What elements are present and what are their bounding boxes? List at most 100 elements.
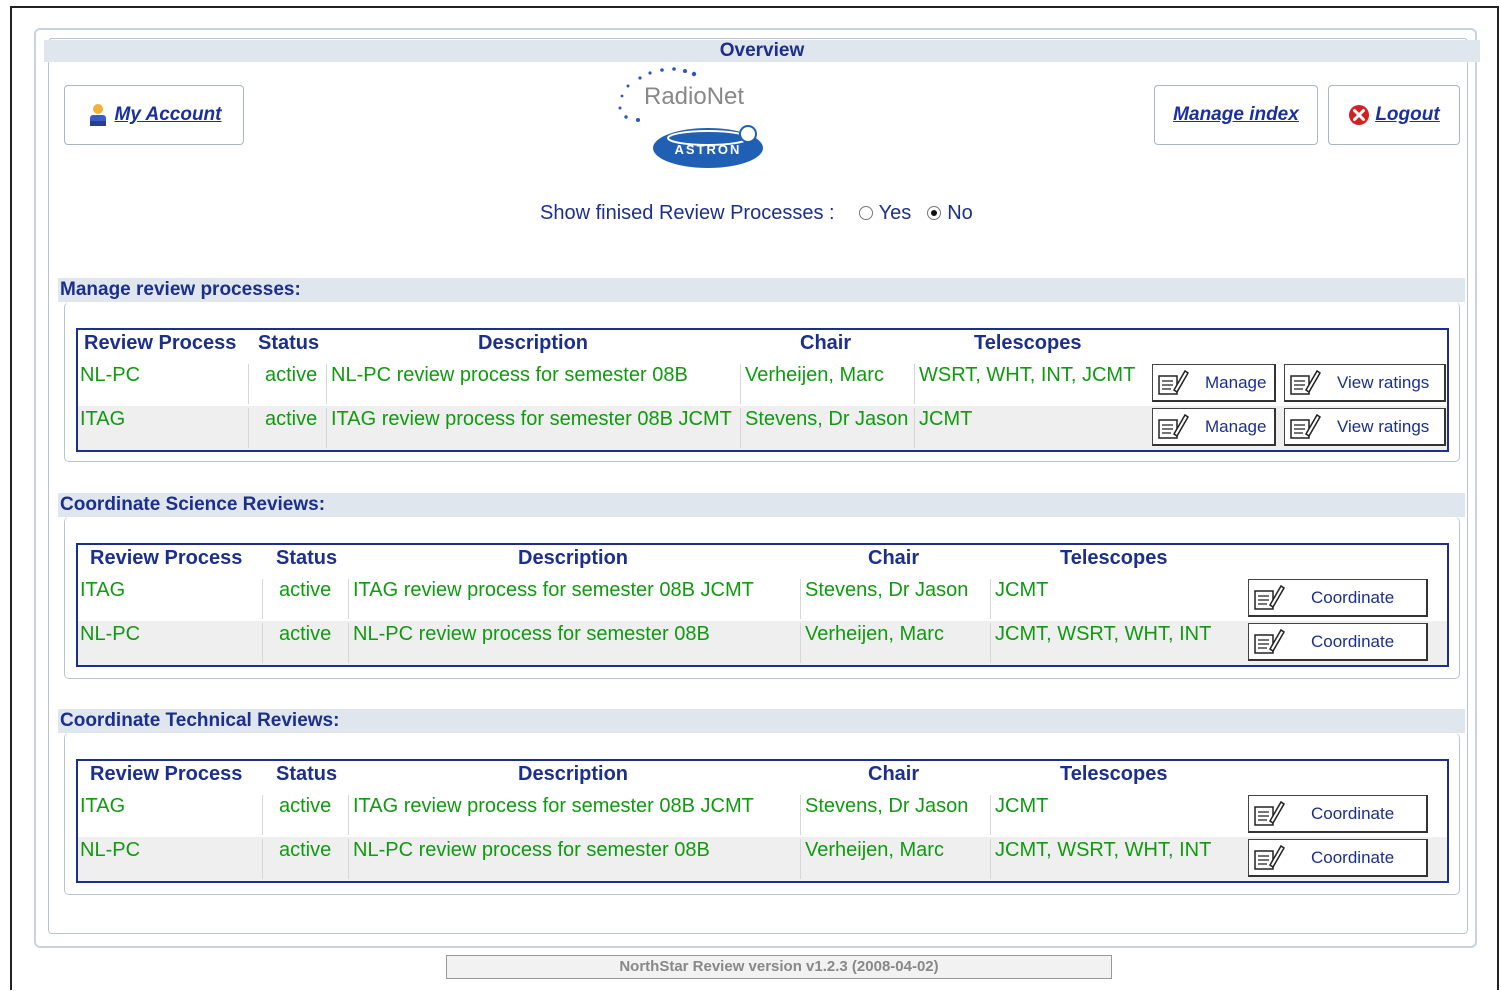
cell-telescopes: WSRT, WHT, INT, JCMT bbox=[914, 364, 1148, 404]
coordinate-label: Coordinate bbox=[1311, 847, 1395, 867]
radionet-astron-logo: RadioNet ASTRON bbox=[610, 64, 790, 174]
view-ratings-label: View ratings bbox=[1337, 372, 1430, 392]
cell-chair: Stevens, Dr Jason bbox=[800, 579, 990, 619]
cell-telescopes: JCMT bbox=[990, 579, 1244, 619]
edit-icon bbox=[1254, 800, 1286, 826]
view-ratings-button[interactable]: View ratings bbox=[1284, 364, 1446, 402]
col-header-telescopes: Telescopes bbox=[1060, 547, 1168, 569]
col-header-telescopes: Telescopes bbox=[974, 332, 1082, 354]
cell-process: NL-PC bbox=[80, 839, 141, 861]
coordinate-button[interactable]: Coordinate bbox=[1248, 579, 1428, 617]
coordinate-button[interactable]: Coordinate bbox=[1248, 795, 1428, 833]
manage-index-button[interactable]: Manage index bbox=[1154, 85, 1318, 145]
col-header-review-process: Review Process bbox=[90, 763, 243, 785]
cell-telescopes: JCMT, WSRT, WHT, INT bbox=[990, 623, 1244, 663]
user-icon bbox=[89, 104, 106, 126]
col-header-status: Status bbox=[258, 332, 320, 354]
edit-icon bbox=[1290, 413, 1322, 439]
cell-chair: Verheijen, Marc bbox=[800, 623, 990, 663]
manage-index-label: Manage index bbox=[1173, 104, 1299, 125]
col-header-review-process: Review Process bbox=[90, 547, 243, 569]
radio-yes[interactable] bbox=[858, 206, 873, 220]
coordinate-button[interactable]: Coordinate bbox=[1248, 623, 1428, 661]
cell-telescopes: JCMT bbox=[990, 795, 1244, 835]
cell-process: ITAG bbox=[80, 579, 126, 601]
cell-description: NL-PC review process for semester 08B bbox=[326, 364, 740, 404]
version-footer: NorthStar Review version v1.2.3 (2008-04… bbox=[446, 955, 1112, 979]
cell-description: ITAG review process for semester 08B JCM… bbox=[348, 579, 800, 619]
technical-table: Review Process Status Description Chair … bbox=[76, 759, 1449, 883]
col-header-chair: Chair bbox=[868, 763, 920, 785]
edit-icon bbox=[1254, 584, 1286, 610]
radio-no-label: No bbox=[947, 201, 973, 224]
col-header-chair: Chair bbox=[800, 332, 852, 354]
table-row: ITAG active ITAG review process for seme… bbox=[78, 793, 1447, 837]
coordinate-label: Coordinate bbox=[1311, 803, 1395, 823]
edit-icon bbox=[1254, 844, 1286, 870]
manage-section-title: Manage review processes: bbox=[58, 278, 1465, 302]
cell-process: ITAG bbox=[80, 408, 126, 430]
cell-status: active bbox=[262, 839, 348, 879]
page-title: Overview bbox=[44, 40, 1480, 62]
view-ratings-button[interactable]: View ratings bbox=[1284, 408, 1446, 446]
col-header-status: Status bbox=[276, 547, 338, 569]
radio-yes-label: Yes bbox=[878, 201, 912, 224]
cell-chair: Verheijen, Marc bbox=[740, 364, 914, 404]
cell-description: NL-PC review process for semester 08B bbox=[348, 839, 800, 879]
col-header-telescopes: Telescopes bbox=[1060, 763, 1168, 785]
col-header-status: Status bbox=[276, 763, 338, 785]
coordinate-button[interactable]: Coordinate bbox=[1248, 839, 1428, 877]
col-header-review-process: Review Process bbox=[84, 332, 237, 354]
table-row: NL-PC active NL-PC review process for se… bbox=[78, 837, 1447, 881]
table-row: ITAG active ITAG review process for seme… bbox=[78, 406, 1447, 450]
coordinate-label: Coordinate bbox=[1311, 631, 1395, 651]
my-account-label: My Account bbox=[114, 104, 222, 125]
radio-no[interactable] bbox=[927, 206, 942, 220]
logout-button[interactable]: Logout bbox=[1328, 85, 1460, 145]
astron-text: ASTRON bbox=[675, 142, 742, 157]
cell-process: NL-PC bbox=[80, 364, 141, 386]
cell-telescopes: JCMT, WSRT, WHT, INT bbox=[990, 839, 1244, 879]
my-account-button[interactable]: My Account bbox=[64, 85, 244, 145]
edit-icon bbox=[1254, 628, 1286, 654]
edit-icon bbox=[1290, 369, 1322, 395]
edit-icon bbox=[1158, 413, 1190, 439]
col-header-chair: Chair bbox=[868, 547, 920, 569]
cell-process: NL-PC bbox=[80, 623, 141, 645]
cell-chair: Verheijen, Marc bbox=[800, 839, 990, 879]
science-section-title: Coordinate Science Reviews: bbox=[58, 493, 1465, 517]
edit-icon bbox=[1158, 369, 1190, 395]
cell-status: active bbox=[248, 364, 326, 404]
coordinate-label: Coordinate bbox=[1311, 587, 1395, 607]
table-row: ITAG active ITAG review process for seme… bbox=[78, 577, 1447, 621]
radionet-text: RadioNet bbox=[644, 83, 744, 110]
cell-telescopes: JCMT bbox=[914, 408, 1148, 448]
cell-chair: Stevens, Dr Jason bbox=[740, 408, 914, 448]
table-row: NL-PC active NL-PC review process for se… bbox=[78, 362, 1447, 406]
col-header-description: Description bbox=[518, 763, 629, 785]
col-header-description: Description bbox=[518, 547, 629, 569]
manage-table: Review Process Status Description Chair … bbox=[76, 328, 1449, 452]
cell-status: active bbox=[248, 408, 326, 448]
col-header-description: Description bbox=[478, 332, 589, 354]
view-ratings-label: View ratings bbox=[1337, 416, 1430, 436]
cell-status: active bbox=[262, 795, 348, 835]
cell-description: ITAG review process for semester 08B JCM… bbox=[326, 408, 740, 448]
table-row: NL-PC active NL-PC review process for se… bbox=[78, 621, 1447, 665]
cell-description: ITAG review process for semester 08B JCM… bbox=[348, 795, 800, 835]
cell-status: active bbox=[262, 623, 348, 663]
technical-section-title: Coordinate Technical Reviews: bbox=[58, 709, 1465, 733]
cell-description: NL-PC review process for semester 08B bbox=[348, 623, 800, 663]
logout-label: Logout bbox=[1375, 104, 1440, 125]
cell-chair: Stevens, Dr Jason bbox=[800, 795, 990, 835]
show-finished-label: Show finised Review Processes : bbox=[540, 201, 835, 224]
manage-button[interactable]: Manage bbox=[1152, 364, 1276, 402]
cell-process: ITAG bbox=[80, 795, 126, 817]
cell-status: active bbox=[262, 579, 348, 619]
close-icon bbox=[1349, 105, 1370, 125]
science-table: Review Process Status Description Chair … bbox=[76, 543, 1449, 667]
manage-label: Manage bbox=[1205, 416, 1267, 436]
manage-button[interactable]: Manage bbox=[1152, 408, 1276, 446]
manage-label: Manage bbox=[1205, 372, 1267, 392]
show-finished-filter: Show finised Review Processes : Yes No bbox=[540, 200, 973, 226]
